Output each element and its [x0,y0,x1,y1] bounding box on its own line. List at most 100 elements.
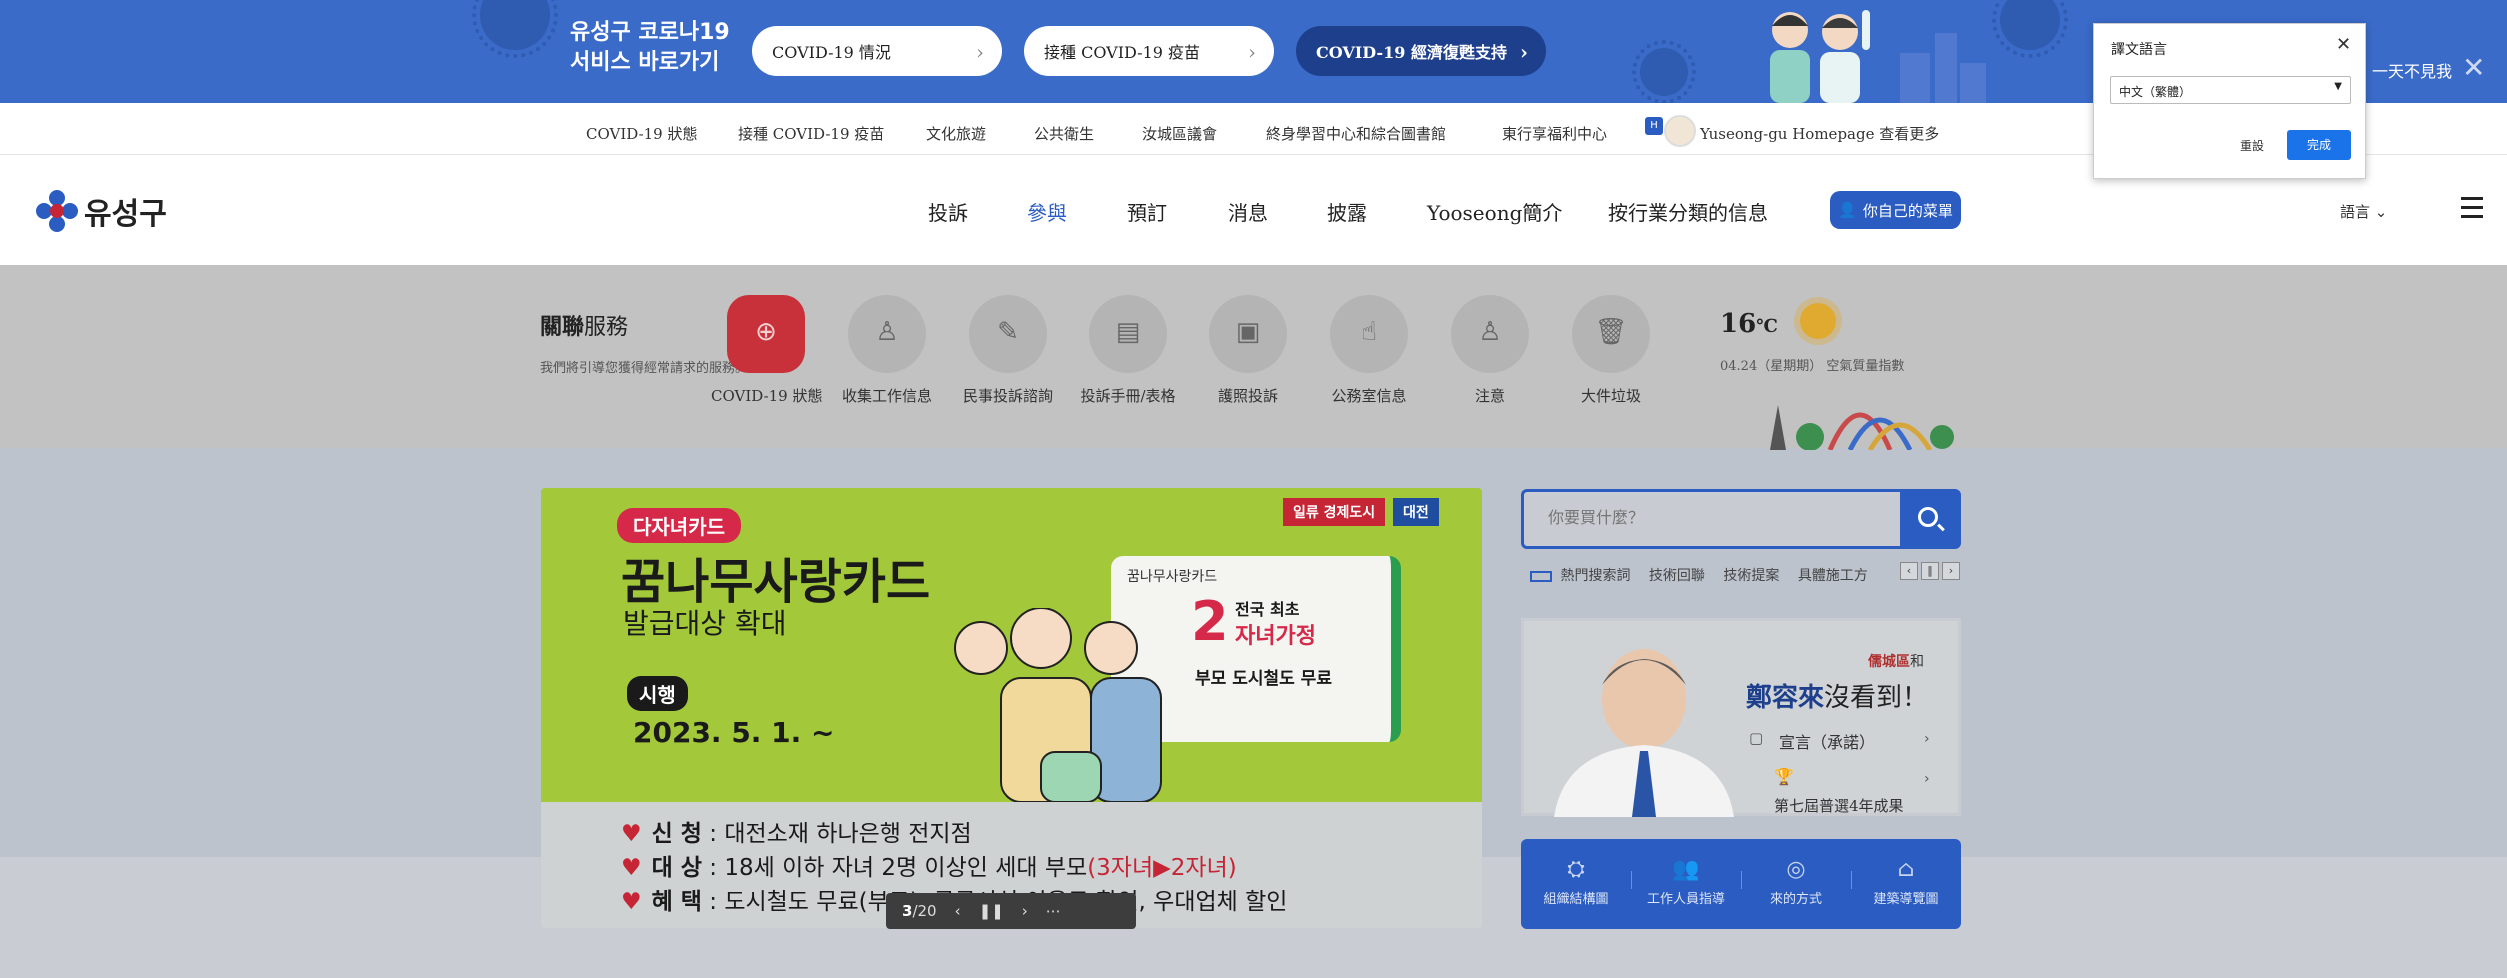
quicklink-item[interactable]: 終身學習中心和綜合圖書館 [1266,123,1446,144]
search-input[interactable] [1548,508,1878,527]
quicklink-item[interactable]: 接種 COVID-19 疫苗 [738,123,884,144]
service-notice[interactable]: ♙ 注意 [1435,295,1545,406]
hot-keyword-icon [1530,570,1552,582]
next-icon[interactable]: › [1942,562,1960,580]
banner-title-line: 유성구 코로나19 [570,20,730,45]
edit-icon: ✎ [997,317,1019,347]
language-label: 語言 [2340,203,2371,221]
quicklink-item[interactable]: COVID-19 狀態 [586,123,698,144]
more-icon[interactable]: ⋯ [1046,902,1061,920]
nav-item-complaints[interactable]: 投訴 [928,197,968,226]
chevron-down-icon: ⌄ [2374,203,2388,221]
service-label: 投訴手冊/表格 [1080,387,1176,405]
staff-guide-link[interactable]: 👥 工作人員指導 [1631,839,1741,929]
building-decoration [1900,53,1930,103]
promo-badge: 다자녀카드 [617,508,741,543]
quicklink-item[interactable]: 汝城區議會 [1142,123,1217,144]
chevron-right-icon: › [1248,40,1256,64]
covid-status-button[interactable]: COVID-19 情況 › [752,26,1002,76]
quicklink-item[interactable]: 文化旅遊 [926,123,986,144]
promo-banner[interactable]: 다자녀카드 꿈나무사랑카드 발급대상 확대 시행 2023. 5. 1. ~ 일… [541,488,1482,928]
my-menu-button[interactable]: 👤 你自己的菜單 [1830,191,1961,229]
quicklink-item[interactable]: 公共衛生 [1034,123,1094,144]
service-covid-status[interactable]: ⊕ COVID-19 狀態 [711,295,823,406]
hamburger-menu-icon[interactable] [2461,197,2483,224]
virus-decoration-icon [1632,40,1696,103]
language-select[interactable]: 中文（繁體） ▼ [2110,76,2351,104]
building-map-link[interactable]: ⌂ 建築導覽圖 [1851,839,1961,929]
building-decoration [1960,63,1986,103]
search-button[interactable] [1900,492,1958,546]
handshake-icon: ☝ [1361,317,1377,347]
translate-language-popup: 譯文語言 ✕ 中文（繁體） ▼ 重設 完成 [2093,23,2366,179]
covid-economy-button[interactable]: COVID-19 經濟復甦支持 › [1296,26,1546,76]
user-icon: 👤 [1838,201,1857,219]
mayor-photo [1554,649,1734,817]
hot-term[interactable]: 具體施工方 [1798,568,1868,584]
building-icon: ⌂ [1897,857,1915,882]
logo[interactable]: 유성구 [36,189,167,233]
close-icon[interactable]: ✕ [2462,54,2485,82]
quicklink-item[interactable]: 東行享福利中心 [1502,123,1607,144]
service-office-info[interactable]: ☝ 公務室信息 [1314,295,1424,406]
close-icon[interactable]: ✕ [2336,34,2351,55]
promo-top: 다자녀카드 꿈나무사랑카드 발급대상 확대 시행 2023. 5. 1. ~ 일… [541,488,1482,802]
heart-icon: ♥ [621,889,642,915]
sun-icon [1800,303,1836,339]
mayor-pledge-link[interactable]: 宣言（承諾） [1779,729,1875,753]
mascot-icon [1664,115,1696,147]
main-content: 關聯服務 我們將引導您獲得經常請求的服務。 ⊕ COVID-19 狀態 ♙ 收集… [0,265,2507,978]
worker-icon: ♙ [1478,317,1502,347]
building-decoration [1935,33,1957,103]
banner-title-line: 서비스 바로가기 [570,50,720,75]
hot-term[interactable]: 技術提案 [1723,568,1779,584]
trophy-icon: 🏆 [1774,767,1794,786]
passport-icon: ▣ [1235,317,1261,347]
service-bulky-waste[interactable]: 🗑 大件垃圾 [1556,295,1666,406]
promo-pager: 3/20 ‹ ❚❚ › ⋯ [886,893,1136,929]
prev-icon[interactable]: ‹ [955,902,961,920]
chevron-right-icon: › [976,40,984,64]
weather-info: 04.24（星期期） 空氣質量指數 [1720,359,1905,374]
promo-card-line: 자녀가정 [1235,624,1316,649]
service-handbook[interactable]: ▤ 投訴手冊/表格 [1073,295,1183,406]
speech-icon: ▢ [1749,729,1764,747]
nav-item-news[interactable]: 消息 [1228,197,1268,226]
pause-icon[interactable]: ❚❚ [979,902,1004,920]
hot-search-terms: 熱門搜索詞 技術回聯 技術提案 具體施工方 [1530,565,1882,585]
promo-card-line: 전국 최초 [1235,600,1300,619]
language-selector[interactable]: 語言 ⌄ [2340,201,2387,222]
nav-item-disclosure[interactable]: 披露 [1327,197,1367,226]
promo-date: 2023. 5. 1. ~ [633,716,835,749]
pager-counter: 3/20 [902,902,937,920]
hot-term[interactable]: 技術回聯 [1649,568,1705,584]
dismiss-today-link[interactable]: 一天不見我 [2372,58,2452,82]
banner-title: 유성구 코로나19 서비스 바로가기 [570,18,730,78]
org-chart-icon: ⛭ [1567,857,1585,882]
service-job-info[interactable]: ♙ 收集工作信息 [832,295,942,406]
mayor-achievement-link[interactable]: 第七屆普選4年成果 [1774,795,1904,816]
family-illustration [954,608,1162,802]
prev-icon[interactable]: ‹ [1900,562,1918,580]
service-label: 民事投訴諮詢 [962,387,1053,405]
service-passport[interactable]: ▣ 護照投訴 [1193,295,1303,406]
nav-item-industry-info[interactable]: 按行業分類的信息 [1608,197,1768,226]
nav-item-participation[interactable]: 參與 [1027,197,1067,226]
nav-item-reservation[interactable]: 預訂 [1127,197,1167,226]
pill-label: COVID-19 情況 [772,43,891,62]
org-chart-link[interactable]: ⛭ 組織結構圖 [1521,839,1631,929]
service-civil-consult[interactable]: ✎ 民事投訴諮詢 [953,295,1063,406]
chevron-right-icon: › [1520,40,1528,64]
covid-vaccine-button[interactable]: 接種 COVID-19 疫苗 › [1024,26,1274,76]
reset-button[interactable]: 重設 [2228,132,2276,160]
quicklink-more[interactable]: Yuseong-gu Homepage 查看更多 [1700,123,1939,144]
pill-label: 接種 COVID-19 疫苗 [1044,43,1201,62]
done-button[interactable]: 完成 [2287,130,2351,160]
mayor-panel[interactable]: 儒城區和 鄭容來沒看到！ ▢ 宣言（承諾） › 🏆 › 第七屆普選4年成果 [1521,618,1961,817]
next-icon[interactable]: › [1022,902,1028,920]
logo-icon [36,190,78,232]
pause-icon[interactable]: ‖ [1921,562,1939,580]
nav-item-intro[interactable]: Yooseong簡介 [1427,197,1562,226]
directions-link[interactable]: ◎ 來的方式 [1741,839,1851,929]
promo-card-number: 2 [1191,590,1229,653]
